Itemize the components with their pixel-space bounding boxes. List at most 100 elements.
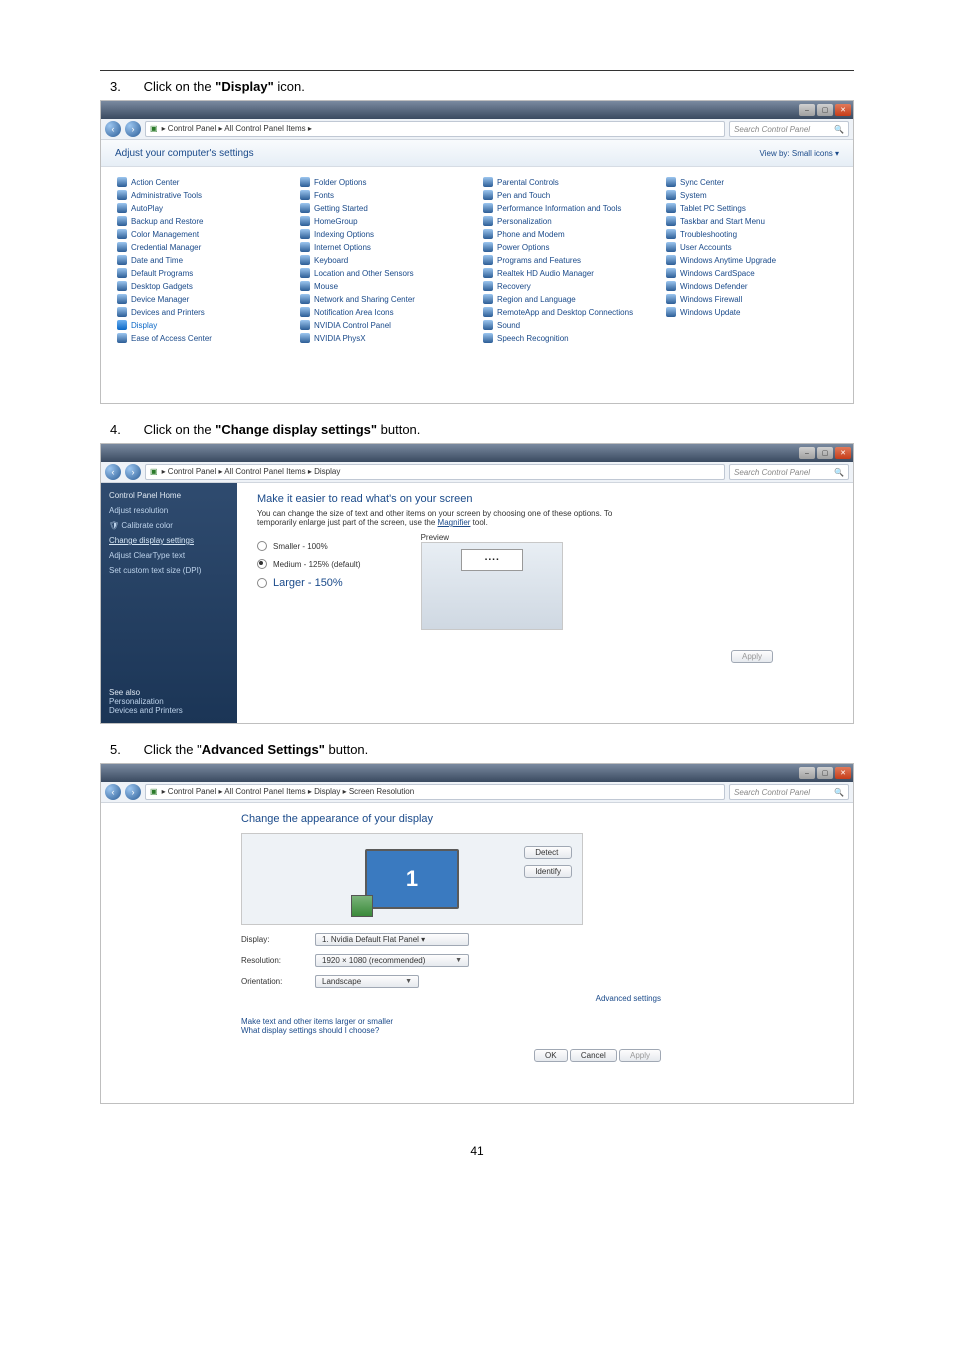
- cp-item-action-center[interactable]: Action Center: [117, 177, 288, 187]
- cp-item-parental-controls[interactable]: Parental Controls: [483, 177, 654, 187]
- sidebar-calibrate-color[interactable]: 🛡 Calibrate color: [109, 521, 229, 530]
- cp-item-tablet-pc-settings[interactable]: Tablet PC Settings: [666, 203, 837, 213]
- forward-button[interactable]: ›: [125, 784, 141, 800]
- cp-item-performance-information-and-tools[interactable]: Performance Information and Tools: [483, 203, 654, 213]
- cp-item-taskbar-and-start-menu[interactable]: Taskbar and Start Menu: [666, 216, 837, 226]
- what-settings-link[interactable]: What display settings should I choose?: [241, 1026, 379, 1035]
- cp-item-windows-anytime-upgrade[interactable]: Windows Anytime Upgrade: [666, 255, 837, 265]
- sidebar-home[interactable]: Control Panel Home: [109, 491, 229, 500]
- cp-item-nvidia-physx[interactable]: NVIDIA PhysX: [300, 333, 471, 343]
- radio-smaller[interactable]: Smaller - 100%: [257, 541, 361, 551]
- cp-item-color-management[interactable]: Color Management: [117, 229, 288, 239]
- cp-item-indexing-options[interactable]: Indexing Options: [300, 229, 471, 239]
- apply-button[interactable]: Apply: [619, 1049, 661, 1062]
- cp-item-programs-and-features[interactable]: Programs and Features: [483, 255, 654, 265]
- close-button[interactable]: ✕: [835, 767, 851, 779]
- minimize-button[interactable]: –: [799, 447, 815, 459]
- cp-item-sound[interactable]: Sound: [483, 320, 654, 330]
- search-input[interactable]: Search Control Panel 🔍: [729, 464, 849, 480]
- ok-button[interactable]: OK: [534, 1049, 568, 1062]
- cp-item-remoteapp-and-desktop-connections[interactable]: RemoteApp and Desktop Connections: [483, 307, 654, 317]
- back-button[interactable]: ‹: [105, 464, 121, 480]
- close-button[interactable]: ✕: [835, 104, 851, 116]
- cp-item-administrative-tools[interactable]: Administrative Tools: [117, 190, 288, 200]
- radio-medium[interactable]: Medium - 125% (default): [257, 559, 361, 569]
- sidebar-personalization[interactable]: Personalization: [109, 697, 229, 706]
- forward-button[interactable]: ›: [125, 121, 141, 137]
- cp-item-phone-and-modem[interactable]: Phone and Modem: [483, 229, 654, 239]
- cp-item-speech-recognition[interactable]: Speech Recognition: [483, 333, 654, 343]
- cancel-button[interactable]: Cancel: [570, 1049, 617, 1062]
- cp-item-device-manager[interactable]: Device Manager: [117, 294, 288, 304]
- cp-item-default-programs[interactable]: Default Programs: [117, 268, 288, 278]
- advanced-settings-link[interactable]: Advanced settings: [596, 994, 661, 1003]
- detect-button[interactable]: Detect: [524, 846, 572, 859]
- cp-item-personalization[interactable]: Personalization: [483, 216, 654, 226]
- cp-item-recovery[interactable]: Recovery: [483, 281, 654, 291]
- cp-item-keyboard[interactable]: Keyboard: [300, 255, 471, 265]
- cp-item-nvidia-control-panel[interactable]: NVIDIA Control Panel: [300, 320, 471, 330]
- magnifier-link[interactable]: Magnifier: [438, 518, 471, 527]
- make-larger-link[interactable]: Make text and other items larger or smal…: [241, 1017, 393, 1026]
- breadcrumb[interactable]: ▣ ▸ Control Panel ▸ All Control Panel It…: [145, 121, 725, 137]
- cp-item-power-options[interactable]: Power Options: [483, 242, 654, 252]
- breadcrumb[interactable]: ▣ ▸ Control Panel ▸ All Control Panel It…: [145, 464, 725, 480]
- identify-button[interactable]: Identify: [524, 865, 572, 878]
- cp-item-sync-center[interactable]: Sync Center: [666, 177, 837, 187]
- minimize-button[interactable]: –: [799, 767, 815, 779]
- cp-item-desktop-gadgets[interactable]: Desktop Gadgets: [117, 281, 288, 291]
- cp-item-getting-started[interactable]: Getting Started: [300, 203, 471, 213]
- maximize-button[interactable]: ▢: [817, 104, 833, 116]
- close-button[interactable]: ✕: [835, 447, 851, 459]
- sidebar-cleartype[interactable]: Adjust ClearType text: [109, 551, 229, 560]
- cp-item-windows-update[interactable]: Windows Update: [666, 307, 837, 317]
- search-input[interactable]: Search Control Panel 🔍: [729, 784, 849, 800]
- sidebar-change-display-settings[interactable]: Change display settings: [109, 536, 229, 545]
- breadcrumb[interactable]: ▣ ▸ Control Panel ▸ All Control Panel It…: [145, 784, 725, 800]
- cp-item-fonts[interactable]: Fonts: [300, 190, 471, 200]
- minimize-button[interactable]: –: [799, 104, 815, 116]
- cp-item-icon: [666, 255, 676, 265]
- search-input[interactable]: Search Control Panel 🔍: [729, 121, 849, 137]
- cp-item-devices-and-printers[interactable]: Devices and Printers: [117, 307, 288, 317]
- cp-item-folder-options[interactable]: Folder Options: [300, 177, 471, 187]
- cp-item-network-and-sharing-center[interactable]: Network and Sharing Center: [300, 294, 471, 304]
- sidebar-dpi[interactable]: Set custom text size (DPI): [109, 566, 229, 575]
- cp-item-notification-area-icons[interactable]: Notification Area Icons: [300, 307, 471, 317]
- view-by-selector[interactable]: View by: Small icons ▾: [760, 149, 839, 158]
- cp-item-homegroup[interactable]: HomeGroup: [300, 216, 471, 226]
- cp-item-credential-manager[interactable]: Credential Manager: [117, 242, 288, 252]
- cp-item-icon: [300, 190, 310, 200]
- cp-item-system[interactable]: System: [666, 190, 837, 200]
- sidebar-devices[interactable]: Devices and Printers: [109, 706, 229, 715]
- forward-button[interactable]: ›: [125, 464, 141, 480]
- cp-item-location-and-other-sensors[interactable]: Location and Other Sensors: [300, 268, 471, 278]
- orientation-dropdown[interactable]: Landscape▼: [315, 975, 419, 988]
- cp-item-ease-of-access-center[interactable]: Ease of Access Center: [117, 333, 288, 343]
- cp-item-troubleshooting[interactable]: Troubleshooting: [666, 229, 837, 239]
- cp-item-icon: [666, 177, 676, 187]
- cp-item-windows-defender[interactable]: Windows Defender: [666, 281, 837, 291]
- display-dropdown[interactable]: 1. Nvidia Default Flat Panel ▾: [315, 933, 469, 946]
- cp-item-backup-and-restore[interactable]: Backup and Restore: [117, 216, 288, 226]
- cp-item-pen-and-touch[interactable]: Pen and Touch: [483, 190, 654, 200]
- back-button[interactable]: ‹: [105, 121, 121, 137]
- maximize-button[interactable]: ▢: [817, 767, 833, 779]
- resolution-dropdown[interactable]: 1920 × 1080 (recommended)▼: [315, 954, 469, 967]
- cp-item-internet-options[interactable]: Internet Options: [300, 242, 471, 252]
- cp-item-date-and-time[interactable]: Date and Time: [117, 255, 288, 265]
- monitor-1[interactable]: 1: [365, 849, 459, 909]
- sidebar-adjust-resolution[interactable]: Adjust resolution: [109, 506, 229, 515]
- cp-item-windows-firewall[interactable]: Windows Firewall: [666, 294, 837, 304]
- cp-item-windows-cardspace[interactable]: Windows CardSpace: [666, 268, 837, 278]
- cp-item-autoplay[interactable]: AutoPlay: [117, 203, 288, 213]
- cp-item-display[interactable]: Display: [117, 320, 288, 330]
- back-button[interactable]: ‹: [105, 784, 121, 800]
- cp-item-mouse[interactable]: Mouse: [300, 281, 471, 291]
- cp-item-user-accounts[interactable]: User Accounts: [666, 242, 837, 252]
- apply-button[interactable]: Apply: [731, 650, 773, 663]
- cp-item-region-and-language[interactable]: Region and Language: [483, 294, 654, 304]
- cp-item-realtek-hd-audio-manager[interactable]: Realtek HD Audio Manager: [483, 268, 654, 278]
- maximize-button[interactable]: ▢: [817, 447, 833, 459]
- radio-larger[interactable]: Larger - 150%: [257, 577, 361, 589]
